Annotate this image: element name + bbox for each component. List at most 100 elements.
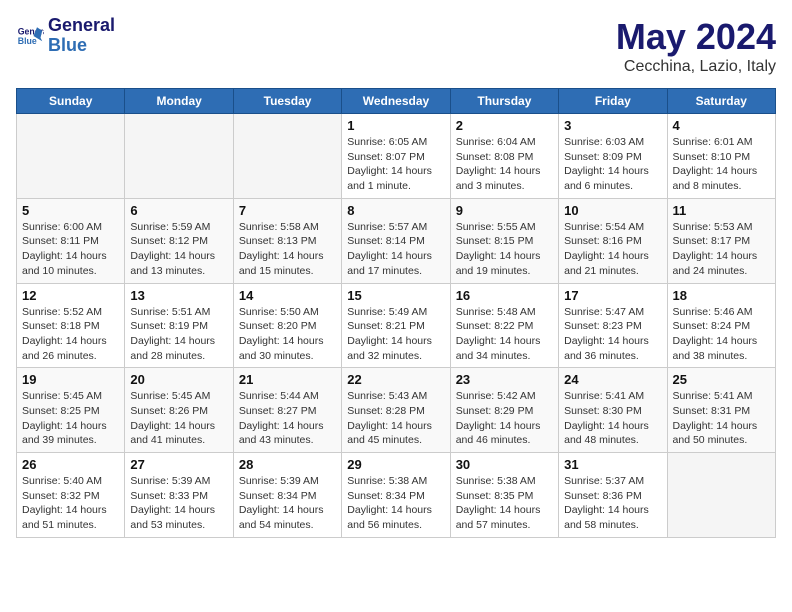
weekday-header-row: SundayMondayTuesdayWednesdayThursdayFrid…: [17, 89, 776, 114]
calendar-day-9: 9 Sunrise: 5:55 AM Sunset: 8:15 PM Daylig…: [450, 198, 558, 283]
calendar-week-1: 1 Sunrise: 6:05 AM Sunset: 8:07 PM Daylig…: [17, 114, 776, 199]
calendar-day-28: 28Sunrise: 5:39 AM Sunset: 8:34 PM Dayli…: [233, 453, 341, 538]
day-number: 20: [130, 372, 227, 387]
calendar-day-15: 15 Sunrise: 5:49 AM Sunset: 8:21 PM Dayli…: [342, 283, 450, 368]
day-info: Sunrise: 5:39 AM Sunset: 8:33 PM Dayligh…: [130, 474, 227, 533]
calendar-day-12: 12Sunrise: 5:52 AM Sunset: 8:18 PM Dayli…: [17, 283, 125, 368]
calendar-empty-cell: [667, 453, 775, 538]
calendar-day-20: 20 Sunrise: 5:45 AM Sunset: 8:26 PM Dayli…: [125, 368, 233, 453]
day-info: Sunrise: 5:57 AM Sunset: 8:14 PM Dayligh…: [347, 220, 444, 279]
day-info: Sunrise: 5:51 AM Sunset: 8:19 PM Dayligh…: [130, 305, 227, 364]
calendar-day-19: 19 Sunrise: 5:45 AM Sunset: 8:25 PM Dayli…: [17, 368, 125, 453]
day-info: Sunrise: 5:59 AM Sunset: 8:12 PM Dayligh…: [130, 220, 227, 279]
calendar-empty-cell: [17, 114, 125, 199]
day-number: 30: [456, 457, 553, 472]
day-number: 31: [564, 457, 661, 472]
day-number: 1: [347, 118, 444, 133]
day-number: 13: [130, 288, 227, 303]
calendar-day-30: 30 Sunrise: 5:38 AM Sunset: 8:35 PM Dayli…: [450, 453, 558, 538]
calendar-day-23: 23Sunrise: 5:42 AM Sunset: 8:29 PM Dayli…: [450, 368, 558, 453]
day-info: Sunrise: 5:45 AM Sunset: 8:25 PM Dayligh…: [22, 389, 119, 448]
day-number: 28: [239, 457, 336, 472]
day-info: Sunrise: 5:41 AM Sunset: 8:31 PM Dayligh…: [673, 389, 770, 448]
day-info: Sunrise: 5:58 AM Sunset: 8:13 PM Dayligh…: [239, 220, 336, 279]
calendar-day-13: 13 Sunrise: 5:51 AM Sunset: 8:19 PM Dayli…: [125, 283, 233, 368]
day-info: Sunrise: 6:03 AM Sunset: 8:09 PM Dayligh…: [564, 135, 661, 194]
day-number: 7: [239, 203, 336, 218]
day-number: 10: [564, 203, 661, 218]
calendar-day-27: 27 Sunrise: 5:39 AM Sunset: 8:33 PM Dayli…: [125, 453, 233, 538]
calendar-day-6: 6Sunrise: 5:59 AM Sunset: 8:12 PM Daylig…: [125, 198, 233, 283]
day-info: Sunrise: 5:41 AM Sunset: 8:30 PM Dayligh…: [564, 389, 661, 448]
weekday-header-tuesday: Tuesday: [233, 89, 341, 114]
day-number: 23: [456, 372, 553, 387]
day-number: 27: [130, 457, 227, 472]
calendar-header: SundayMondayTuesdayWednesdayThursdayFrid…: [17, 89, 776, 114]
day-number: 17: [564, 288, 661, 303]
day-info: Sunrise: 5:54 AM Sunset: 8:16 PM Dayligh…: [564, 220, 661, 279]
calendar-day-4: 4Sunrise: 6:01 AM Sunset: 8:10 PM Daylig…: [667, 114, 775, 199]
logo: General Blue General Blue: [16, 16, 115, 56]
calendar-day-29: 29 Sunrise: 5:38 AM Sunset: 8:34 PM Dayli…: [342, 453, 450, 538]
day-info: Sunrise: 6:00 AM Sunset: 8:11 PM Dayligh…: [22, 220, 119, 279]
calendar-table: SundayMondayTuesdayWednesdayThursdayFrid…: [16, 88, 776, 538]
day-number: 3: [564, 118, 661, 133]
day-number: 25: [673, 372, 770, 387]
day-info: Sunrise: 5:37 AM Sunset: 8:36 PM Dayligh…: [564, 474, 661, 533]
day-info: Sunrise: 5:52 AM Sunset: 8:18 PM Dayligh…: [22, 305, 119, 364]
day-info: Sunrise: 5:45 AM Sunset: 8:26 PM Dayligh…: [130, 389, 227, 448]
day-info: Sunrise: 6:01 AM Sunset: 8:10 PM Dayligh…: [673, 135, 770, 194]
calendar-day-25: 25 Sunrise: 5:41 AM Sunset: 8:31 PM Dayli…: [667, 368, 775, 453]
day-number: 15: [347, 288, 444, 303]
day-info: Sunrise: 6:05 AM Sunset: 8:07 PM Dayligh…: [347, 135, 444, 194]
day-info: Sunrise: 5:48 AM Sunset: 8:22 PM Dayligh…: [456, 305, 553, 364]
calendar-day-1: 1 Sunrise: 6:05 AM Sunset: 8:07 PM Daylig…: [342, 114, 450, 199]
calendar-week-4: 19 Sunrise: 5:45 AM Sunset: 8:25 PM Dayli…: [17, 368, 776, 453]
calendar-day-7: 7 Sunrise: 5:58 AM Sunset: 8:13 PM Daylig…: [233, 198, 341, 283]
calendar-empty-cell: [125, 114, 233, 199]
day-number: 5: [22, 203, 119, 218]
day-number: 14: [239, 288, 336, 303]
day-number: 21: [239, 372, 336, 387]
day-number: 18: [673, 288, 770, 303]
calendar-day-26: 26 Sunrise: 5:40 AM Sunset: 8:32 PM Dayli…: [17, 453, 125, 538]
main-title: May 2024: [616, 16, 776, 58]
calendar-day-22: 22 Sunrise: 5:43 AM Sunset: 8:28 PM Dayli…: [342, 368, 450, 453]
calendar-body: 1 Sunrise: 6:05 AM Sunset: 8:07 PM Daylig…: [17, 114, 776, 538]
weekday-header-saturday: Saturday: [667, 89, 775, 114]
weekday-header-sunday: Sunday: [17, 89, 125, 114]
calendar-week-2: 5 Sunrise: 6:00 AM Sunset: 8:11 PM Daylig…: [17, 198, 776, 283]
calendar-day-16: 16 Sunrise: 5:48 AM Sunset: 8:22 PM Dayli…: [450, 283, 558, 368]
day-number: 16: [456, 288, 553, 303]
day-info: Sunrise: 5:38 AM Sunset: 8:34 PM Dayligh…: [347, 474, 444, 533]
day-info: Sunrise: 5:38 AM Sunset: 8:35 PM Dayligh…: [456, 474, 553, 533]
day-number: 26: [22, 457, 119, 472]
day-number: 9: [456, 203, 553, 218]
calendar-day-24: 24 Sunrise: 5:41 AM Sunset: 8:30 PM Dayli…: [559, 368, 667, 453]
day-info: Sunrise: 5:53 AM Sunset: 8:17 PM Dayligh…: [673, 220, 770, 279]
day-info: Sunrise: 5:55 AM Sunset: 8:15 PM Dayligh…: [456, 220, 553, 279]
day-number: 22: [347, 372, 444, 387]
calendar-week-5: 26 Sunrise: 5:40 AM Sunset: 8:32 PM Dayli…: [17, 453, 776, 538]
day-number: 2: [456, 118, 553, 133]
day-number: 11: [673, 203, 770, 218]
day-info: Sunrise: 6:04 AM Sunset: 8:08 PM Dayligh…: [456, 135, 553, 194]
day-number: 29: [347, 457, 444, 472]
logo-icon: General Blue: [16, 22, 44, 50]
calendar-day-18: 18 Sunrise: 5:46 AM Sunset: 8:24 PM Dayli…: [667, 283, 775, 368]
calendar-day-3: 3 Sunrise: 6:03 AM Sunset: 8:09 PM Daylig…: [559, 114, 667, 199]
day-info: Sunrise: 5:46 AM Sunset: 8:24 PM Dayligh…: [673, 305, 770, 364]
calendar-day-5: 5 Sunrise: 6:00 AM Sunset: 8:11 PM Daylig…: [17, 198, 125, 283]
day-number: 19: [22, 372, 119, 387]
calendar-day-8: 8Sunrise: 5:57 AM Sunset: 8:14 PM Daylig…: [342, 198, 450, 283]
calendar-day-31: 31 Sunrise: 5:37 AM Sunset: 8:36 PM Dayli…: [559, 453, 667, 538]
calendar-day-14: 14Sunrise: 5:50 AM Sunset: 8:20 PM Dayli…: [233, 283, 341, 368]
day-info: Sunrise: 5:43 AM Sunset: 8:28 PM Dayligh…: [347, 389, 444, 448]
calendar-day-21: 21 Sunrise: 5:44 AM Sunset: 8:27 PM Dayli…: [233, 368, 341, 453]
day-info: Sunrise: 5:40 AM Sunset: 8:32 PM Dayligh…: [22, 474, 119, 533]
day-info: Sunrise: 5:44 AM Sunset: 8:27 PM Dayligh…: [239, 389, 336, 448]
svg-text:Blue: Blue: [18, 36, 37, 46]
calendar-day-2: 2 Sunrise: 6:04 AM Sunset: 8:08 PM Daylig…: [450, 114, 558, 199]
day-info: Sunrise: 5:49 AM Sunset: 8:21 PM Dayligh…: [347, 305, 444, 364]
day-number: 24: [564, 372, 661, 387]
